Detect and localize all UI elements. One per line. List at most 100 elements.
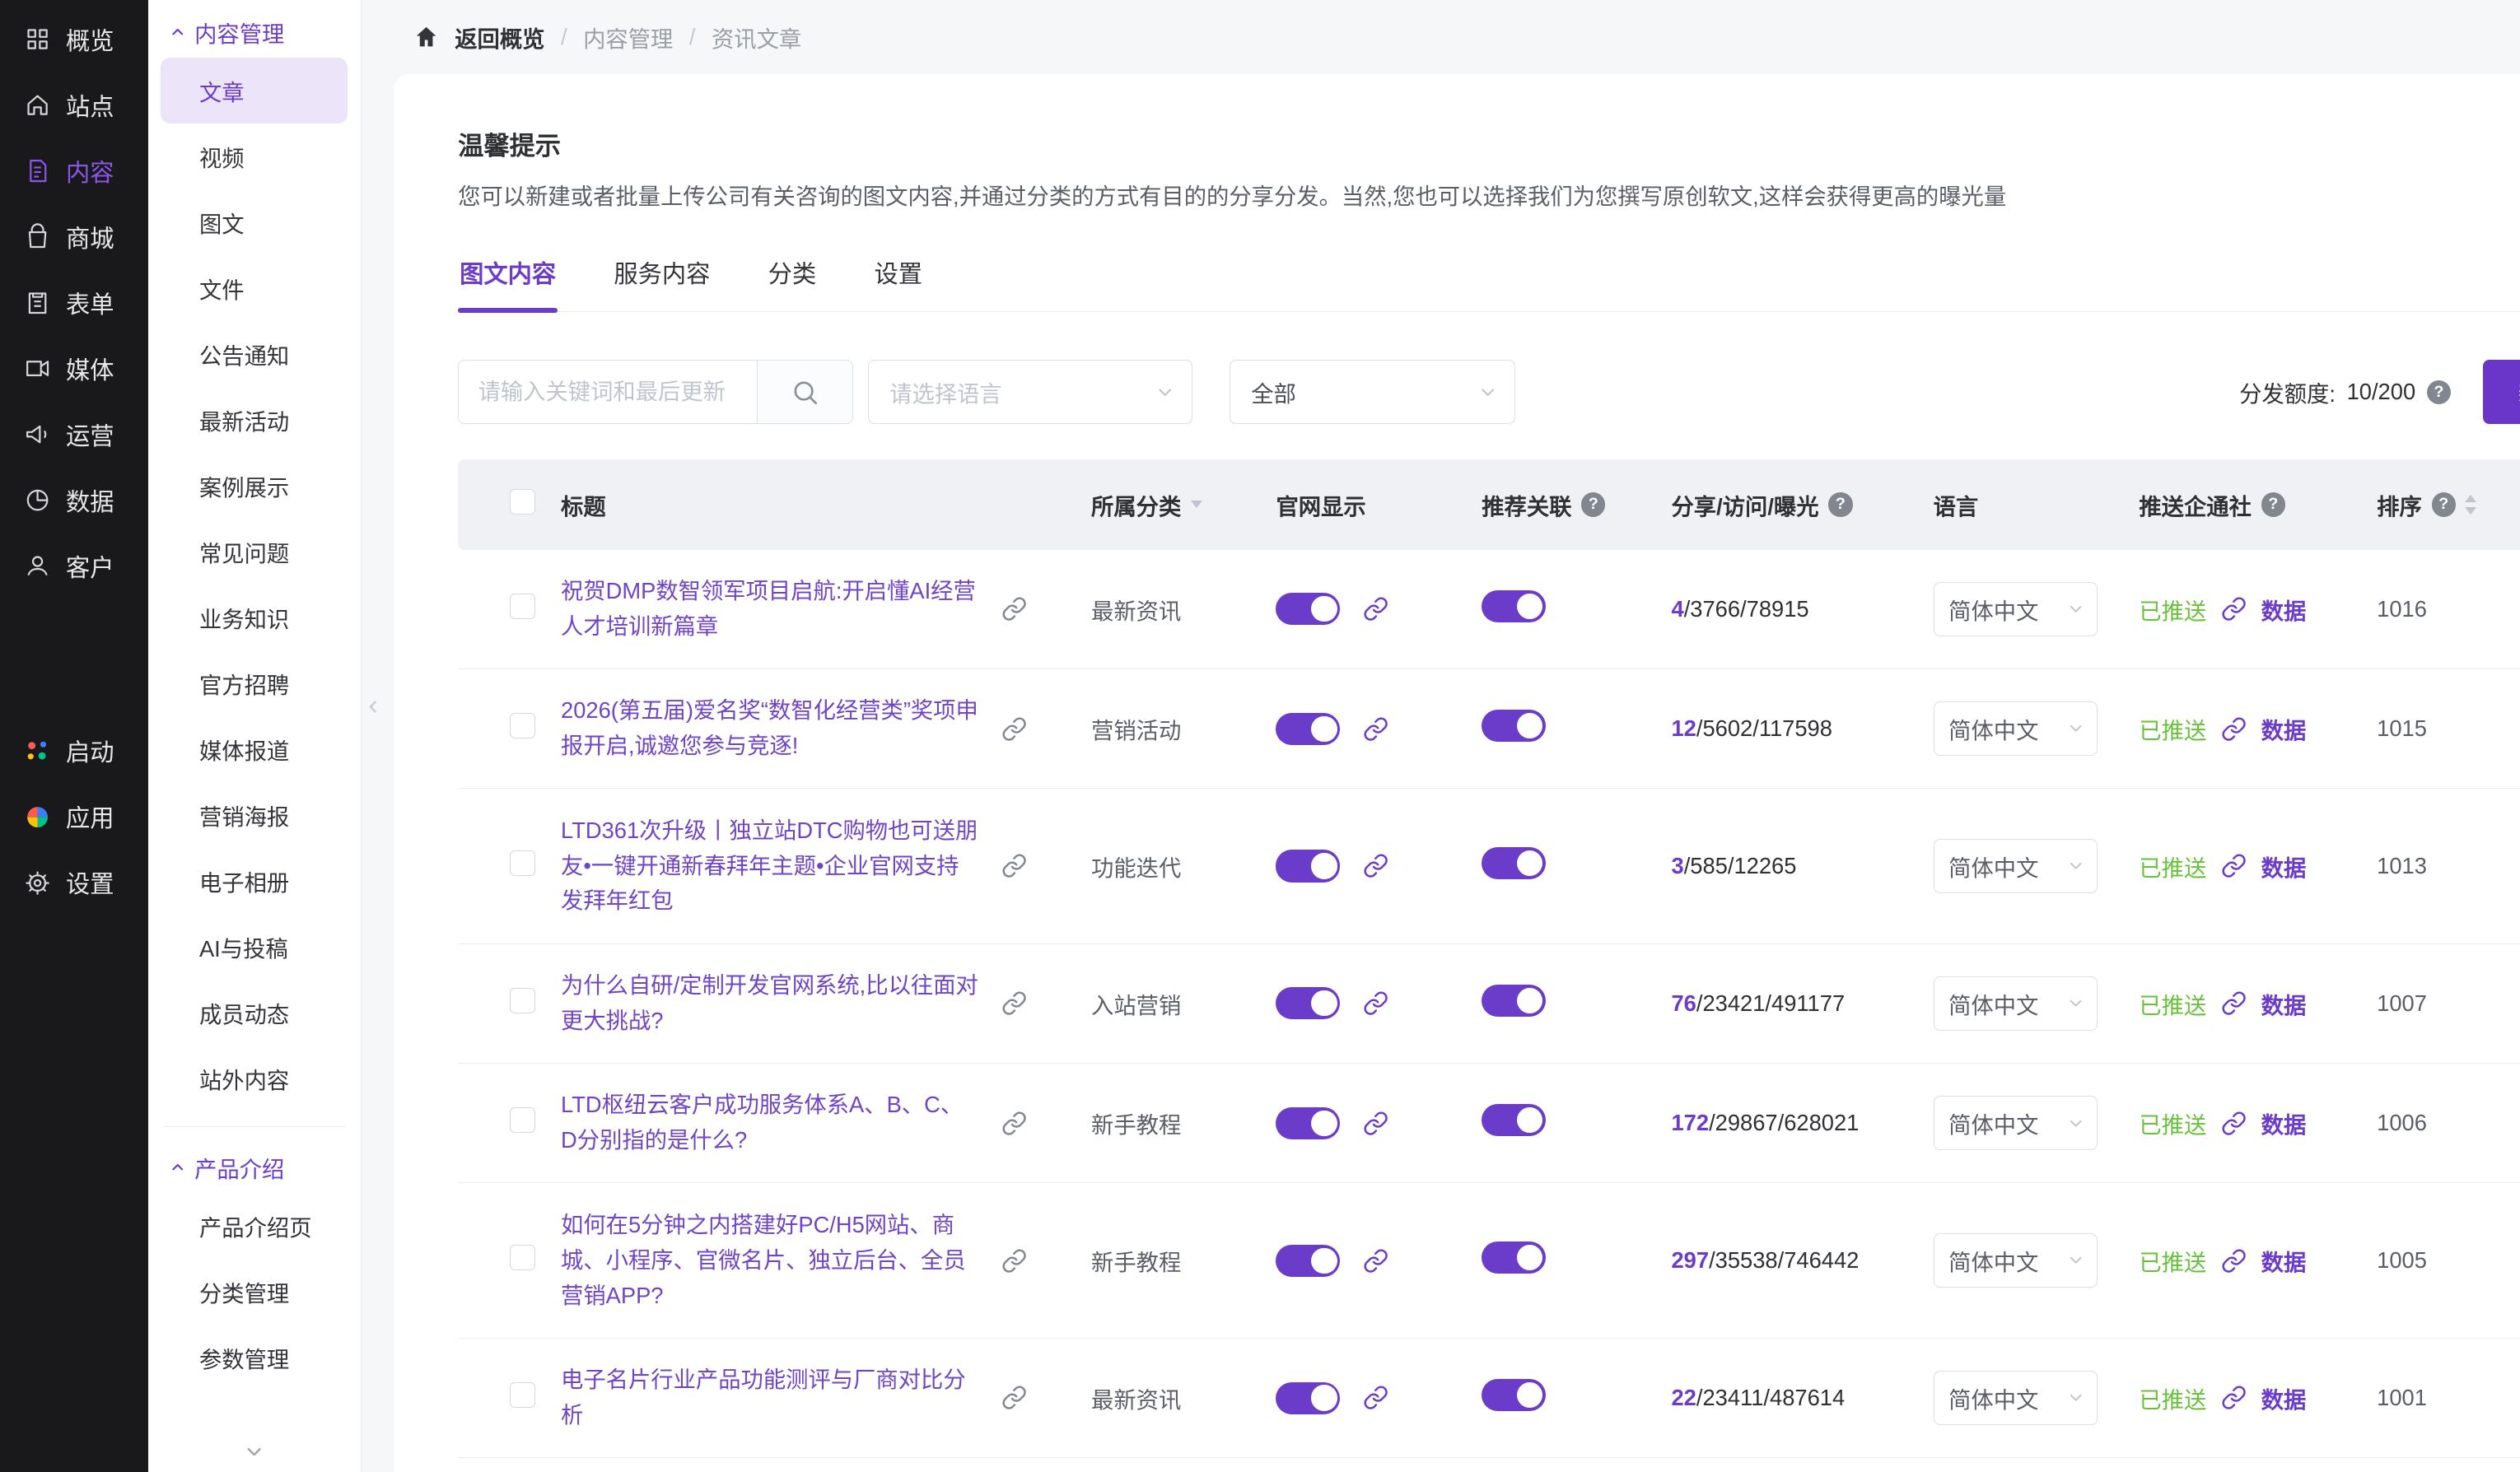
recommend-toggle[interactable] — [1482, 847, 1546, 879]
site-display-toggle[interactable] — [1276, 1382, 1340, 1414]
new-article-button[interactable]: 新建 — [2483, 360, 2520, 424]
search-button[interactable] — [757, 360, 853, 424]
language-select[interactable]: 简体中文 — [1934, 976, 2098, 1031]
sidebar-item-launch[interactable]: 启动 — [0, 718, 148, 784]
language-select[interactable]: 简体中文 — [1934, 701, 2098, 756]
tab[interactable]: 服务内容 — [612, 241, 712, 311]
category-filter-select[interactable]: 全部 — [1230, 360, 1515, 424]
site-display-toggle[interactable] — [1276, 987, 1340, 1019]
article-title-link[interactable]: 2026(第五届)爱名奖“数智化经营类”奖项申报开启,诚邀您参与竞逐! — [561, 693, 978, 764]
submenu-item[interactable]: 文件 — [161, 255, 348, 321]
site-display-toggle[interactable] — [1276, 850, 1340, 882]
article-title-link[interactable]: 祝贺DMP数智领军项目启航:开启懂AI经营人才培训新篇章 — [561, 574, 978, 645]
submenu-item[interactable]: 成员动态 — [161, 980, 348, 1046]
language-select[interactable]: 简体中文 — [1934, 839, 2098, 893]
submenu-item[interactable]: 电子相册 — [161, 848, 348, 914]
tab[interactable]: 分类 — [767, 241, 818, 311]
breadcrumb-back-link[interactable]: 返回概览 — [455, 21, 544, 54]
link-icon[interactable] — [1363, 716, 1388, 742]
data-link[interactable]: 数据 — [2261, 1381, 2307, 1414]
submenu-item[interactable]: 公告通知 — [161, 321, 348, 387]
submenu-item[interactable]: 媒体报道 — [161, 716, 348, 782]
submenu-item[interactable]: 最新活动 — [161, 387, 348, 453]
link-icon[interactable] — [2221, 1385, 2247, 1410]
sidebar-item-apps[interactable]: 应用 — [0, 784, 148, 850]
article-title-link[interactable]: LTD361次升级丨独立站DTC购物也可送朋友•一键开通新春拜年主题•企业官网支… — [561, 813, 978, 920]
submenu-item[interactable]: 视频 — [161, 123, 348, 189]
link-icon[interactable] — [1001, 1248, 1027, 1274]
link-icon[interactable] — [1363, 1385, 1388, 1410]
help-icon[interactable] — [2261, 492, 2285, 516]
link-icon[interactable] — [1363, 596, 1388, 622]
breadcrumb-level1[interactable]: 内容管理 — [583, 21, 673, 54]
submenu-group-content-management[interactable]: 内容管理 — [161, 7, 348, 58]
data-link[interactable]: 数据 — [2261, 987, 2307, 1020]
keyword-input[interactable] — [458, 360, 757, 424]
recommend-toggle[interactable] — [1482, 1104, 1546, 1136]
language-select[interactable]: 简体中文 — [1934, 1096, 2098, 1150]
data-link[interactable]: 数据 — [2261, 712, 2307, 745]
site-display-toggle[interactable] — [1276, 1245, 1340, 1277]
sidebar-item-settings[interactable]: 设置 — [0, 850, 148, 915]
submenu-item[interactable]: 站外内容 — [161, 1046, 348, 1111]
link-icon[interactable] — [1363, 1111, 1388, 1136]
sidebar-item-customer[interactable]: 客户 — [0, 533, 148, 599]
language-filter-select[interactable]: 请选择语言 — [868, 360, 1192, 424]
link-icon[interactable] — [2221, 1248, 2247, 1274]
link-icon[interactable] — [1363, 990, 1388, 1016]
column-header-category[interactable]: 所属分类 — [1091, 488, 1276, 521]
sidebar-collapse-handle[interactable] — [363, 691, 382, 729]
help-icon[interactable] — [2432, 492, 2456, 516]
link-icon[interactable] — [2221, 1111, 2247, 1136]
submenu-item[interactable]: 产品介绍页 — [161, 1193, 348, 1259]
submenu-scroll-down[interactable] — [148, 1433, 362, 1472]
recommend-toggle[interactable] — [1482, 1241, 1546, 1274]
site-display-toggle[interactable] — [1276, 593, 1340, 625]
data-link[interactable]: 数据 — [2261, 593, 2307, 626]
sort-carets-icon[interactable] — [2465, 495, 2476, 515]
tab[interactable]: 图文内容 — [458, 241, 558, 311]
link-icon[interactable] — [1001, 1385, 1027, 1410]
link-icon[interactable] — [1001, 716, 1027, 742]
article-title-link[interactable]: 为什么自研/定制开发官网系统,比以往面对更大挑战? — [561, 968, 978, 1039]
sidebar-item-operation[interactable]: 运营 — [0, 402, 148, 468]
submenu-item[interactable]: 业务知识 — [161, 585, 348, 650]
recommend-toggle[interactable] — [1482, 985, 1546, 1017]
article-title-link[interactable]: LTD枢纽云客户成功服务体系A、B、C、D分别指的是什么? — [561, 1088, 978, 1158]
recommend-toggle[interactable] — [1482, 710, 1546, 742]
link-icon[interactable] — [1001, 853, 1027, 878]
recommend-toggle[interactable] — [1482, 1379, 1546, 1411]
language-select[interactable]: 简体中文 — [1934, 1371, 2098, 1425]
link-icon[interactable] — [2221, 990, 2247, 1016]
site-display-toggle[interactable] — [1276, 1107, 1340, 1139]
submenu-item[interactable]: 案例展示 — [161, 453, 348, 519]
recommend-toggle[interactable] — [1482, 590, 1546, 622]
submenu-item[interactable]: 营销海报 — [161, 782, 348, 848]
link-icon[interactable] — [1001, 1111, 1027, 1136]
submenu-item[interactable]: 参数管理 — [161, 1325, 348, 1390]
submenu-item[interactable]: 分类管理 — [161, 1259, 348, 1325]
column-header-sort[interactable]: 排序 — [2377, 488, 2520, 521]
submenu-item[interactable]: 图文 — [161, 189, 348, 255]
site-display-toggle[interactable] — [1276, 713, 1340, 745]
link-icon[interactable] — [1363, 853, 1388, 878]
language-select[interactable]: 简体中文 — [1934, 582, 2098, 636]
submenu-group-product-intro[interactable]: 产品介绍 — [161, 1141, 348, 1192]
article-title-link[interactable]: 电子名片行业产品功能测评与厂商对比分析 — [561, 1363, 978, 1433]
submenu-item[interactable]: 文章 — [161, 58, 348, 123]
language-select[interactable]: 简体中文 — [1934, 1233, 2098, 1288]
submenu-item[interactable]: AI与投稿 — [161, 914, 348, 980]
data-link[interactable]: 数据 — [2261, 1244, 2307, 1277]
submenu-item[interactable]: 常见问题 — [161, 519, 348, 585]
tab[interactable]: 设置 — [873, 241, 924, 311]
row-checkbox[interactable] — [510, 713, 535, 738]
link-icon[interactable] — [2221, 716, 2247, 742]
help-icon[interactable] — [1581, 492, 1605, 516]
sidebar-item-overview[interactable]: 概览 — [0, 7, 148, 72]
sidebar-item-form[interactable]: 表单 — [0, 270, 148, 336]
quota-help-icon[interactable] — [2427, 380, 2451, 404]
data-link[interactable]: 数据 — [2261, 850, 2307, 883]
row-checkbox[interactable] — [510, 1382, 535, 1408]
help-icon[interactable] — [1828, 492, 1852, 516]
article-title-link[interactable]: 如何在5分钟之内搭建好PC/H5网站、商城、小程序、官微名片、独立后台、全员营销… — [561, 1208, 978, 1314]
